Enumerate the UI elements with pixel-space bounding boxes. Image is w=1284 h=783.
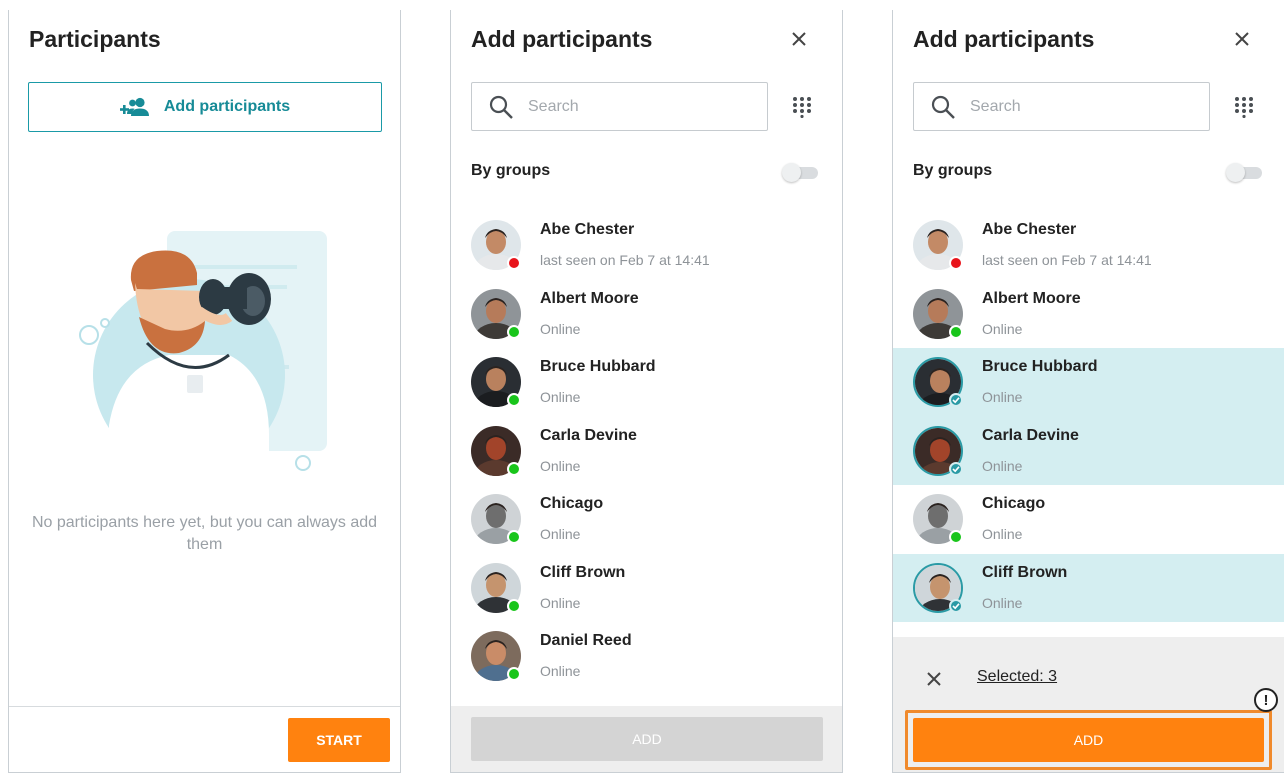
selected-check-icon: [949, 461, 963, 476]
selected-check-icon: [949, 598, 963, 613]
contact-row[interactable]: Cliff Brown Online: [893, 553, 1284, 622]
contact-row[interactable]: Chicago Online: [451, 485, 842, 554]
contact-row[interactable]: Cliff Brown Online: [451, 554, 842, 623]
add-user-group-icon: [119, 97, 149, 116]
selection-bar: Selected: 3 ADD: [893, 637, 1284, 772]
online-status-icon: [507, 393, 521, 407]
add-participants-selected-panel: Add participants By groups Abe Chester la…: [892, 10, 1284, 773]
contact-name: Albert Moore: [982, 289, 1081, 307]
online-status-icon: [949, 324, 963, 339]
search-icon: [489, 95, 513, 119]
offline-status-icon: [949, 256, 963, 270]
add-participants-label: Add participants: [163, 98, 291, 115]
selected-count-link[interactable]: Selected: 3: [977, 668, 1057, 686]
contact-row[interactable]: Bruce Hubbard Online: [893, 348, 1284, 417]
contact-name: Chicago: [540, 495, 604, 512]
add-participants-panel: Add participants By groups Abe Chester la…: [450, 10, 843, 773]
contact-name: Abe Chester: [982, 221, 1077, 238]
contact-status: last seen on Feb 7 at 14:41: [982, 252, 1152, 268]
contact-status: Online: [540, 526, 581, 542]
contact-list: Abe Chester last seen on Feb 7 at 14:41 Al…: [893, 211, 1284, 622]
panel-footer: START: [9, 706, 400, 772]
dialpad-icon[interactable]: [792, 96, 812, 118]
by-groups-toggle[interactable]: [1226, 163, 1262, 182]
binoculars-illustration: [79, 231, 327, 471]
contact-status: Online: [540, 389, 581, 405]
online-status-icon: [507, 667, 521, 681]
contact-name: Carla Devine: [982, 426, 1079, 444]
contact-name: Chicago: [982, 495, 1046, 512]
online-status-icon: [507, 530, 521, 544]
offline-status-icon: [507, 256, 521, 270]
clear-selection-icon[interactable]: [925, 670, 943, 688]
online-status-icon: [949, 530, 963, 544]
add-button[interactable]: ADD: [913, 718, 1264, 762]
contact-row[interactable]: Daniel Reed Online: [451, 622, 842, 691]
contact-row[interactable]: Carla Devine Online: [451, 417, 842, 486]
participants-panel: Participants Add participants No partici…: [8, 10, 401, 773]
search-icon: [931, 95, 955, 119]
close-icon[interactable]: [788, 28, 810, 50]
contact-name: Cliff Brown: [540, 563, 626, 581]
by-groups-label: By groups: [913, 162, 993, 179]
add-button-disabled[interactable]: ADD: [471, 717, 823, 761]
contact-status: Online: [540, 663, 581, 679]
contact-name: Carla Devine: [540, 426, 637, 444]
add-participants-title: Add participants: [913, 26, 1095, 52]
selected-check-icon: [949, 393, 963, 407]
contact-name: Abe Chester: [540, 221, 635, 238]
contact-row[interactable]: Albert Moore Online: [893, 280, 1284, 349]
dialpad-icon[interactable]: [1234, 96, 1254, 118]
by-groups-toggle[interactable]: [782, 163, 818, 182]
contact-status: Online: [982, 389, 1023, 405]
contact-status: Online: [540, 457, 581, 474]
online-status-icon: [507, 324, 521, 339]
add-participants-button[interactable]: Add participants: [28, 82, 382, 132]
contact-status: Online: [982, 526, 1023, 542]
contact-row[interactable]: Bruce Hubbard Online: [451, 348, 842, 417]
contact-list: Abe Chester last seen on Feb 7 at 14:41 Al…: [451, 211, 842, 691]
contact-status: Online: [540, 594, 581, 611]
contact-status: Online: [540, 320, 581, 337]
contact-row[interactable]: Albert Moore Online: [451, 280, 842, 349]
contact-status: Online: [982, 320, 1023, 337]
contact-row[interactable]: Carla Devine Online: [893, 416, 1284, 485]
contact-status: last seen on Feb 7 at 14:41: [540, 252, 710, 268]
contact-status: Online: [982, 594, 1023, 611]
add-participants-title: Add participants: [471, 26, 653, 52]
contact-name: Bruce Hubbard: [540, 358, 656, 375]
start-button[interactable]: START: [288, 718, 390, 762]
contact-row[interactable]: Chicago Online: [893, 485, 1284, 554]
search-input[interactable]: [528, 97, 748, 116]
search-box[interactable]: [913, 82, 1210, 131]
online-status-icon: [507, 598, 521, 613]
contact-status: Online: [982, 457, 1023, 474]
panel-footer: ADD: [451, 706, 842, 772]
by-groups-label: By groups: [471, 162, 551, 179]
participants-title: Participants: [29, 26, 161, 52]
online-status-icon: [507, 461, 521, 476]
contact-name: Daniel Reed: [540, 632, 632, 649]
contact-name: Albert Moore: [540, 289, 639, 307]
close-icon[interactable]: [1231, 28, 1253, 50]
contact-row[interactable]: Abe Chester last seen on Feb 7 at 14:41: [451, 211, 842, 280]
warning-icon: !: [1254, 688, 1278, 712]
contact-name: Cliff Brown: [982, 563, 1068, 581]
empty-state-message: No participants here yet, but you can al…: [31, 514, 378, 553]
contact-row[interactable]: Abe Chester last seen on Feb 7 at 14:41: [893, 211, 1284, 280]
contact-name: Bruce Hubbard: [982, 358, 1098, 375]
search-input[interactable]: [970, 97, 1190, 116]
search-box[interactable]: [471, 82, 768, 131]
